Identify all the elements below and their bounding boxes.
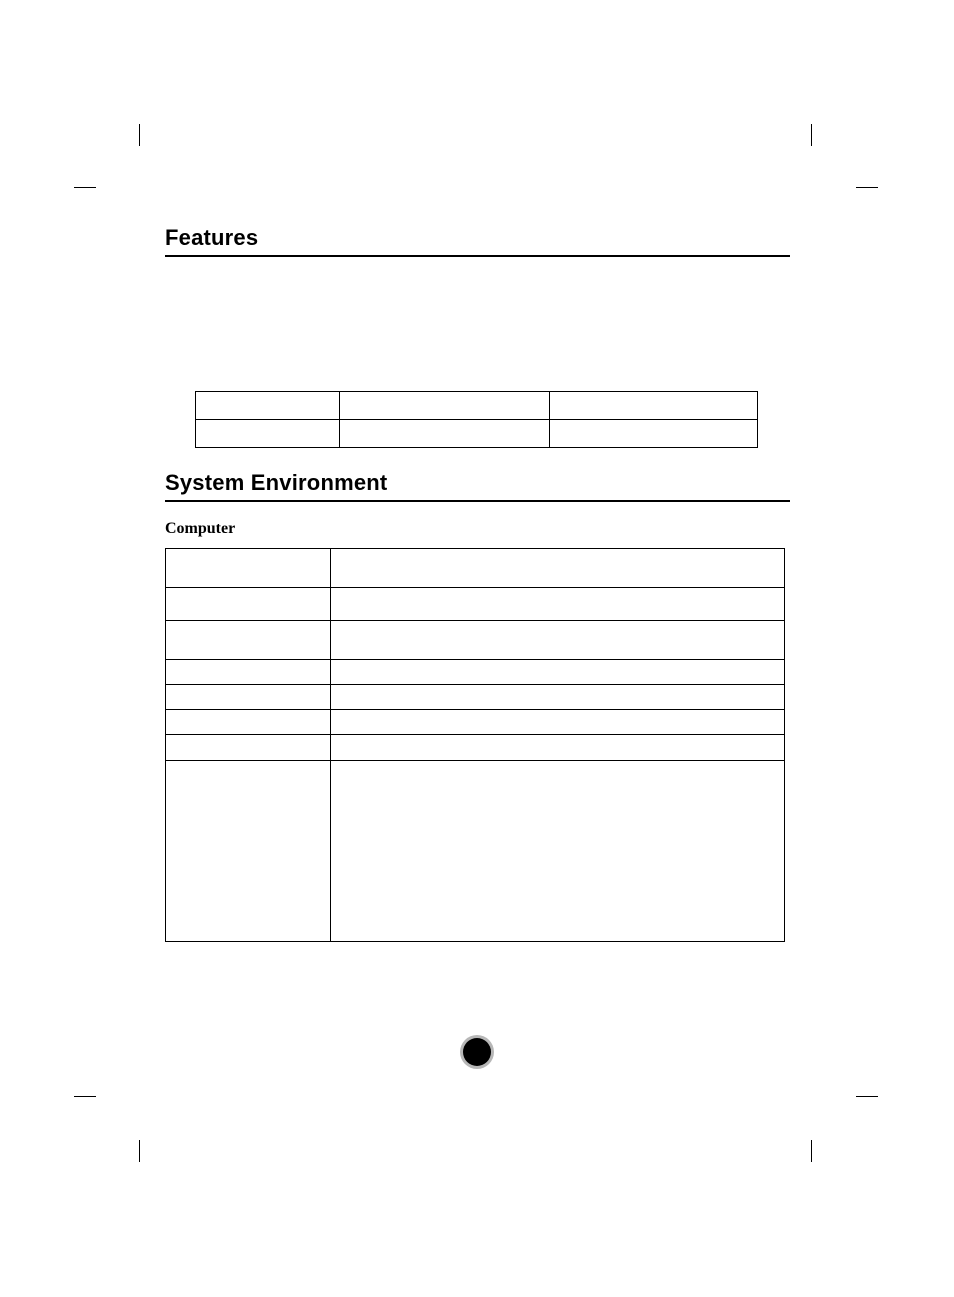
table-cell (331, 761, 785, 942)
table-row (196, 392, 758, 420)
crop-mark (139, 124, 140, 146)
content-area: Features System Environment Computer (165, 225, 790, 942)
table-row (166, 685, 785, 710)
crop-mark (856, 1096, 878, 1097)
system-environment-table (165, 548, 785, 942)
table-cell (549, 420, 757, 448)
document-page: Features System Environment Computer (0, 0, 954, 1297)
table-cell (166, 710, 331, 735)
table-cell (331, 660, 785, 685)
table-row (166, 735, 785, 761)
table-cell (331, 588, 785, 621)
features-heading: Features (165, 225, 790, 251)
crop-mark (811, 1140, 812, 1162)
table-row (166, 621, 785, 660)
table-cell (340, 392, 549, 420)
table-cell (331, 685, 785, 710)
table-cell (166, 660, 331, 685)
page-number-badge (460, 1035, 494, 1069)
table-cell (166, 735, 331, 761)
table-row (166, 549, 785, 588)
crop-mark (811, 124, 812, 146)
table-cell (196, 420, 340, 448)
table-cell (549, 392, 757, 420)
table-cell (166, 549, 331, 588)
table-cell (166, 685, 331, 710)
table-cell (166, 621, 331, 660)
system-environment-heading-rule (165, 500, 790, 502)
table-row (196, 420, 758, 448)
table-cell (166, 588, 331, 621)
table-cell (166, 761, 331, 942)
table-row (166, 710, 785, 735)
table-cell (331, 710, 785, 735)
package-contents-table (195, 391, 758, 448)
features-heading-rule (165, 255, 790, 257)
table-cell (331, 621, 785, 660)
page-badge-inner-circle (463, 1038, 491, 1066)
table-cell (196, 392, 340, 420)
crop-mark (856, 187, 878, 188)
crop-mark (74, 1096, 96, 1097)
table-row (166, 761, 785, 942)
table-row (166, 660, 785, 685)
system-environment-heading: System Environment (165, 470, 790, 496)
table-cell (340, 420, 549, 448)
table-cell (331, 549, 785, 588)
crop-mark (139, 1140, 140, 1162)
table-cell (331, 735, 785, 761)
computer-subheading: Computer (165, 520, 790, 538)
table-row (166, 588, 785, 621)
crop-mark (74, 187, 96, 188)
